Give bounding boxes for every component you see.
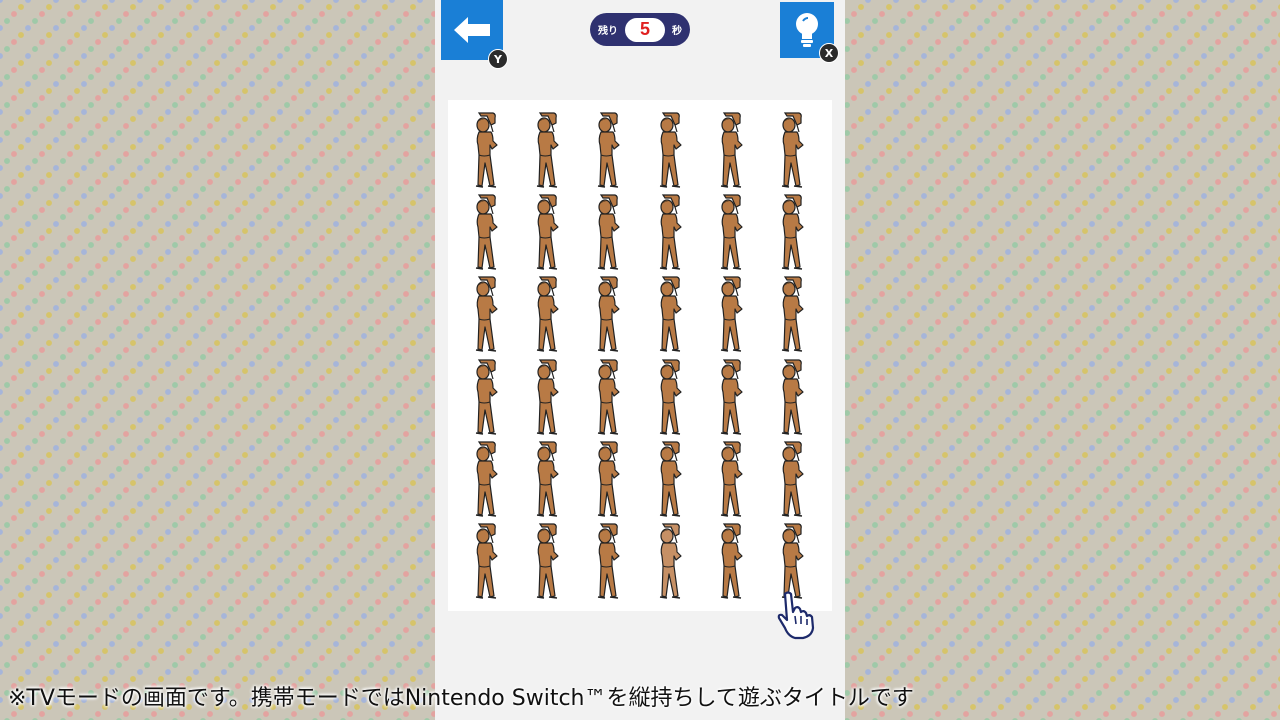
figure-cell[interactable] xyxy=(763,274,824,356)
figure-cell[interactable] xyxy=(763,356,824,438)
figure-cell[interactable] xyxy=(517,274,578,356)
figure-cell[interactable] xyxy=(701,356,762,438)
figure-cell[interactable] xyxy=(579,274,640,356)
figure-cell[interactable] xyxy=(701,274,762,356)
time-remaining: 残り 5 秒 xyxy=(590,13,690,46)
figure-cell[interactable] xyxy=(579,439,640,521)
stretching-figure-icon xyxy=(720,441,743,517)
footer-caption: ※TVモードの画面です。携帯モードではNintendo Switch™を縦持ちし… xyxy=(8,686,914,711)
stretching-figure-icon xyxy=(659,441,682,517)
stretching-figure-icon xyxy=(720,112,743,188)
stretching-figure-icon xyxy=(536,441,559,517)
stretching-figure-icon xyxy=(782,194,804,271)
figure-cell[interactable] xyxy=(517,356,578,438)
figure-cell[interactable] xyxy=(640,110,701,192)
stretching-figure-icon xyxy=(475,523,498,599)
figure-cell[interactable] xyxy=(640,192,701,274)
stretching-figure-icon xyxy=(536,358,559,435)
figure-cell[interactable] xyxy=(579,110,640,192)
stretching-figure-icon xyxy=(536,523,559,599)
timer-value: 5 xyxy=(625,17,665,42)
figure-cell[interactable] xyxy=(701,521,762,603)
timer-prefix: 残り xyxy=(598,26,618,37)
figure-cell[interactable] xyxy=(456,192,517,274)
figure-cell[interactable] xyxy=(517,439,578,521)
stretching-figure-icon xyxy=(659,523,682,599)
stretching-figure-icon xyxy=(475,276,498,353)
stretching-figure-icon xyxy=(659,276,682,353)
figure-cell[interactable] xyxy=(579,356,640,438)
figure-cell[interactable] xyxy=(701,439,762,521)
puzzle-board xyxy=(448,100,832,611)
figure-cell[interactable] xyxy=(701,110,762,192)
stretching-figure-icon xyxy=(475,441,498,517)
stretching-figure-icon xyxy=(782,358,804,435)
figure-cell[interactable] xyxy=(763,110,824,192)
figure-cell[interactable] xyxy=(517,110,578,192)
figure-cell[interactable] xyxy=(579,521,640,603)
stretching-figure-icon xyxy=(782,112,804,188)
figure-cell[interactable] xyxy=(579,192,640,274)
timer-suffix: 秒 xyxy=(672,26,682,37)
stretching-figure-icon xyxy=(659,112,682,188)
stretching-figure-icon xyxy=(598,523,620,599)
stretching-figure-icon xyxy=(720,523,743,599)
figure-cell[interactable] xyxy=(640,356,701,438)
stretching-figure-icon xyxy=(782,441,804,517)
stretching-figure-icon xyxy=(536,112,559,188)
figure-cell[interactable] xyxy=(763,192,824,274)
x-button-badge: X xyxy=(819,43,839,63)
stretching-figure-icon xyxy=(536,276,559,353)
figure-cell[interactable] xyxy=(456,110,517,192)
stretching-figure-icon xyxy=(659,194,682,271)
stretching-figure-icon xyxy=(536,194,559,271)
lightbulb-icon xyxy=(796,13,818,47)
stretching-figure-icon xyxy=(598,112,620,188)
pointer-hand-icon xyxy=(777,591,815,640)
stretching-figure-icon xyxy=(598,441,620,517)
stretching-figure-icon xyxy=(659,358,682,435)
stretching-figure-icon xyxy=(598,276,620,353)
figure-cell[interactable] xyxy=(456,439,517,521)
figure-grid xyxy=(456,110,824,603)
figure-cell[interactable] xyxy=(517,192,578,274)
stretching-figure-icon xyxy=(782,276,804,353)
figure-cell[interactable] xyxy=(456,274,517,356)
y-button-badge: Y xyxy=(488,49,508,69)
figure-cell[interactable] xyxy=(640,439,701,521)
stretching-figure-icon xyxy=(598,194,620,271)
figure-cell[interactable] xyxy=(763,439,824,521)
stretching-figure-icon xyxy=(720,358,743,435)
figure-cell[interactable] xyxy=(456,521,517,603)
figure-cell[interactable] xyxy=(517,521,578,603)
back-arrow-icon xyxy=(454,17,490,43)
stretching-figure-icon xyxy=(720,194,743,271)
figure-cell[interactable] xyxy=(701,192,762,274)
stretching-figure-icon xyxy=(475,112,498,188)
stretching-figure-icon xyxy=(475,358,498,435)
figure-cell[interactable] xyxy=(456,356,517,438)
stretching-figure-icon xyxy=(475,194,498,271)
stretching-figure-icon xyxy=(720,276,743,353)
stretching-figure-icon xyxy=(598,358,620,435)
figure-cell[interactable] xyxy=(640,274,701,356)
figure-cell[interactable] xyxy=(640,521,701,603)
